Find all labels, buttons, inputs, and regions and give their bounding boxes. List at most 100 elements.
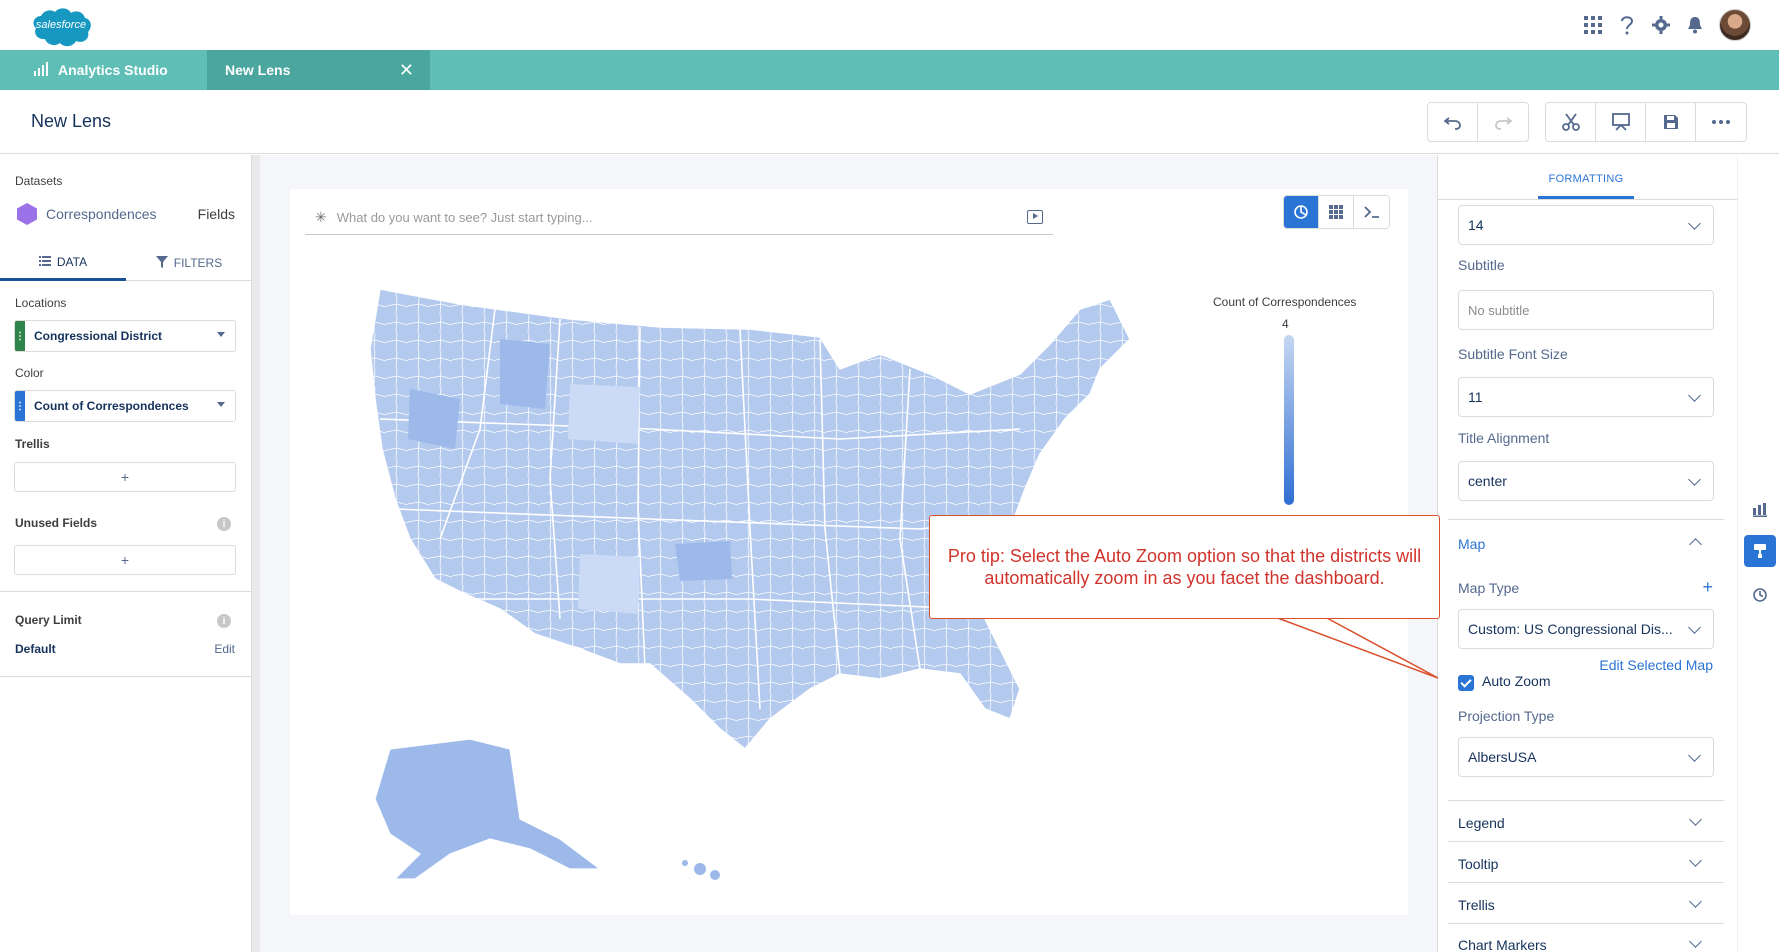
color-field-label: Count of Correspondences [34, 399, 189, 413]
history-clock-icon[interactable] [1749, 584, 1771, 606]
dataset-icon [17, 203, 37, 225]
page-title: New Lens [31, 111, 112, 131]
divider [1448, 841, 1724, 842]
tooltip-section-header[interactable]: Tooltip [1458, 844, 1714, 884]
dataset-name[interactable]: Correspondences [46, 206, 157, 222]
drag-handle-icon[interactable]: ⋮ [15, 321, 25, 351]
projection-type-label: Projection Type [1458, 708, 1555, 724]
more-actions-button[interactable] [1696, 103, 1746, 141]
subtitle-font-size-select[interactable]: 11 [1458, 377, 1714, 417]
tab-filters[interactable]: FILTERS [126, 245, 252, 281]
table-mode-button[interactable] [1319, 196, 1354, 228]
drag-handle-icon[interactable]: ⋮ [15, 391, 25, 421]
trellis-section-header[interactable]: Trellis [1458, 885, 1714, 925]
subtitle-font-size-label: Subtitle Font Size [1458, 346, 1568, 362]
chart-markers-section-header[interactable]: Chart Markers [1458, 925, 1714, 952]
color-label: Color [15, 366, 44, 380]
salesforce-logo[interactable]: salesforce [28, 5, 94, 49]
auto-zoom-checkbox[interactable] [1458, 675, 1474, 691]
app-tab-label: Analytics Studio [58, 62, 168, 78]
left-panel-scrollbar[interactable] [252, 155, 260, 952]
map-section-header[interactable]: Map [1458, 524, 1714, 564]
saql-mode-button[interactable] [1354, 196, 1389, 228]
trellis-label: Trellis [15, 437, 50, 451]
logo-text: salesforce [35, 19, 87, 31]
left-panel: Datasets Correspondences Fields DATA FIL… [0, 155, 252, 952]
lens-actions-group [1545, 102, 1747, 142]
chevron-down-icon [1689, 895, 1702, 908]
search-input[interactable]: ✳ What do you want to see? Just start ty… [305, 201, 1053, 235]
undo-button[interactable] [1428, 103, 1478, 141]
chevron-down-icon [1688, 217, 1701, 230]
query-limit-value: Default [15, 642, 56, 656]
add-map-type-button[interactable]: + [1702, 577, 1713, 598]
map-type-label: Map Type [1458, 580, 1520, 596]
projection-type-select[interactable]: AlbersUSA [1458, 737, 1714, 777]
global-header: salesforce [0, 0, 1779, 50]
sparkle-icon: ✳ [315, 209, 327, 225]
datasets-label: Datasets [15, 174, 63, 188]
chevron-down-icon [1689, 813, 1702, 826]
gear-icon[interactable] [1651, 15, 1671, 35]
clip-button[interactable] [1546, 103, 1596, 141]
legend-title: Count of Correspondences [1213, 295, 1357, 309]
query-limit-label: Query Limit [15, 613, 82, 627]
legend-section-header[interactable]: Legend [1458, 803, 1714, 843]
trellis-section-label: Trellis [1458, 897, 1495, 913]
map-type-value: Custom: US Congressional Dis... [1468, 621, 1673, 637]
projection-type-value: AlbersUSA [1468, 749, 1537, 765]
search-placeholder: What do you want to see? Just start typi… [336, 210, 593, 225]
tab-analytics-studio[interactable]: Analytics Studio [0, 50, 207, 90]
edit-selected-map-link[interactable]: Edit Selected Map [1599, 657, 1713, 673]
close-icon[interactable]: ✕ [399, 61, 414, 79]
title-alignment-value: center [1468, 473, 1507, 489]
present-button[interactable] [1596, 103, 1646, 141]
header-icons [1583, 8, 1751, 42]
subtitle-input[interactable]: No subtitle [1458, 290, 1714, 330]
alaska-shape [374, 738, 602, 880]
tab-new-lens[interactable]: New Lens ✕ [207, 50, 430, 90]
bell-icon[interactable] [1685, 15, 1705, 35]
divider [1448, 882, 1724, 883]
map-type-select[interactable]: Custom: US Congressional Dis... [1458, 609, 1714, 649]
tab-formatting[interactable]: FORMATTING [1538, 167, 1634, 199]
play-icon[interactable] [1027, 210, 1043, 224]
add-trellis-button[interactable]: + [14, 462, 236, 492]
chart-type-icon[interactable] [1749, 499, 1771, 521]
app-launcher-icon[interactable] [1583, 15, 1603, 35]
title-alignment-select[interactable]: center [1458, 461, 1714, 501]
subtitle-font-size-value: 11 [1468, 389, 1483, 405]
location-field-pill[interactable]: ⋮ Congressional District [14, 320, 236, 352]
lens-tab-label: New Lens [225, 62, 291, 78]
info-icon[interactable]: i [217, 517, 231, 531]
auto-zoom-label: Auto Zoom [1482, 673, 1551, 689]
fields-link[interactable]: Fields [198, 206, 235, 222]
chevron-up-icon [1689, 538, 1702, 551]
format-paintbrush-icon[interactable] [1744, 535, 1776, 567]
tab-underline [1438, 199, 1738, 200]
left-panel-tabs: DATA FILTERS [0, 245, 252, 281]
help-icon[interactable] [1617, 15, 1637, 35]
save-button[interactable] [1646, 103, 1696, 141]
edit-link[interactable]: Edit [214, 642, 235, 656]
hawaii-shape [682, 860, 720, 880]
title-font-size-select[interactable]: 14 [1458, 205, 1714, 245]
chevron-down-icon [1689, 854, 1702, 867]
right-icon-rail [1737, 155, 1779, 952]
chevron-down-icon[interactable] [217, 332, 225, 337]
viz-toggle-group [1283, 195, 1390, 229]
chevron-down-icon [1688, 473, 1701, 486]
tab-data[interactable]: DATA [0, 245, 126, 281]
chart-mode-button[interactable] [1284, 196, 1319, 228]
info-icon[interactable]: i [217, 614, 231, 628]
add-unused-field-button[interactable]: + [14, 545, 236, 575]
divider [1448, 923, 1724, 924]
location-field-label: Congressional District [34, 329, 163, 343]
chevron-down-icon[interactable] [217, 402, 225, 407]
redo-button[interactable] [1478, 103, 1528, 141]
tab-bar: Analytics Studio New Lens ✕ [0, 50, 1779, 90]
subtitle-label: Subtitle [1458, 257, 1505, 273]
list-icon [38, 255, 51, 269]
color-field-pill[interactable]: ⋮ Count of Correspondences [14, 390, 236, 422]
avatar[interactable] [1719, 9, 1751, 41]
